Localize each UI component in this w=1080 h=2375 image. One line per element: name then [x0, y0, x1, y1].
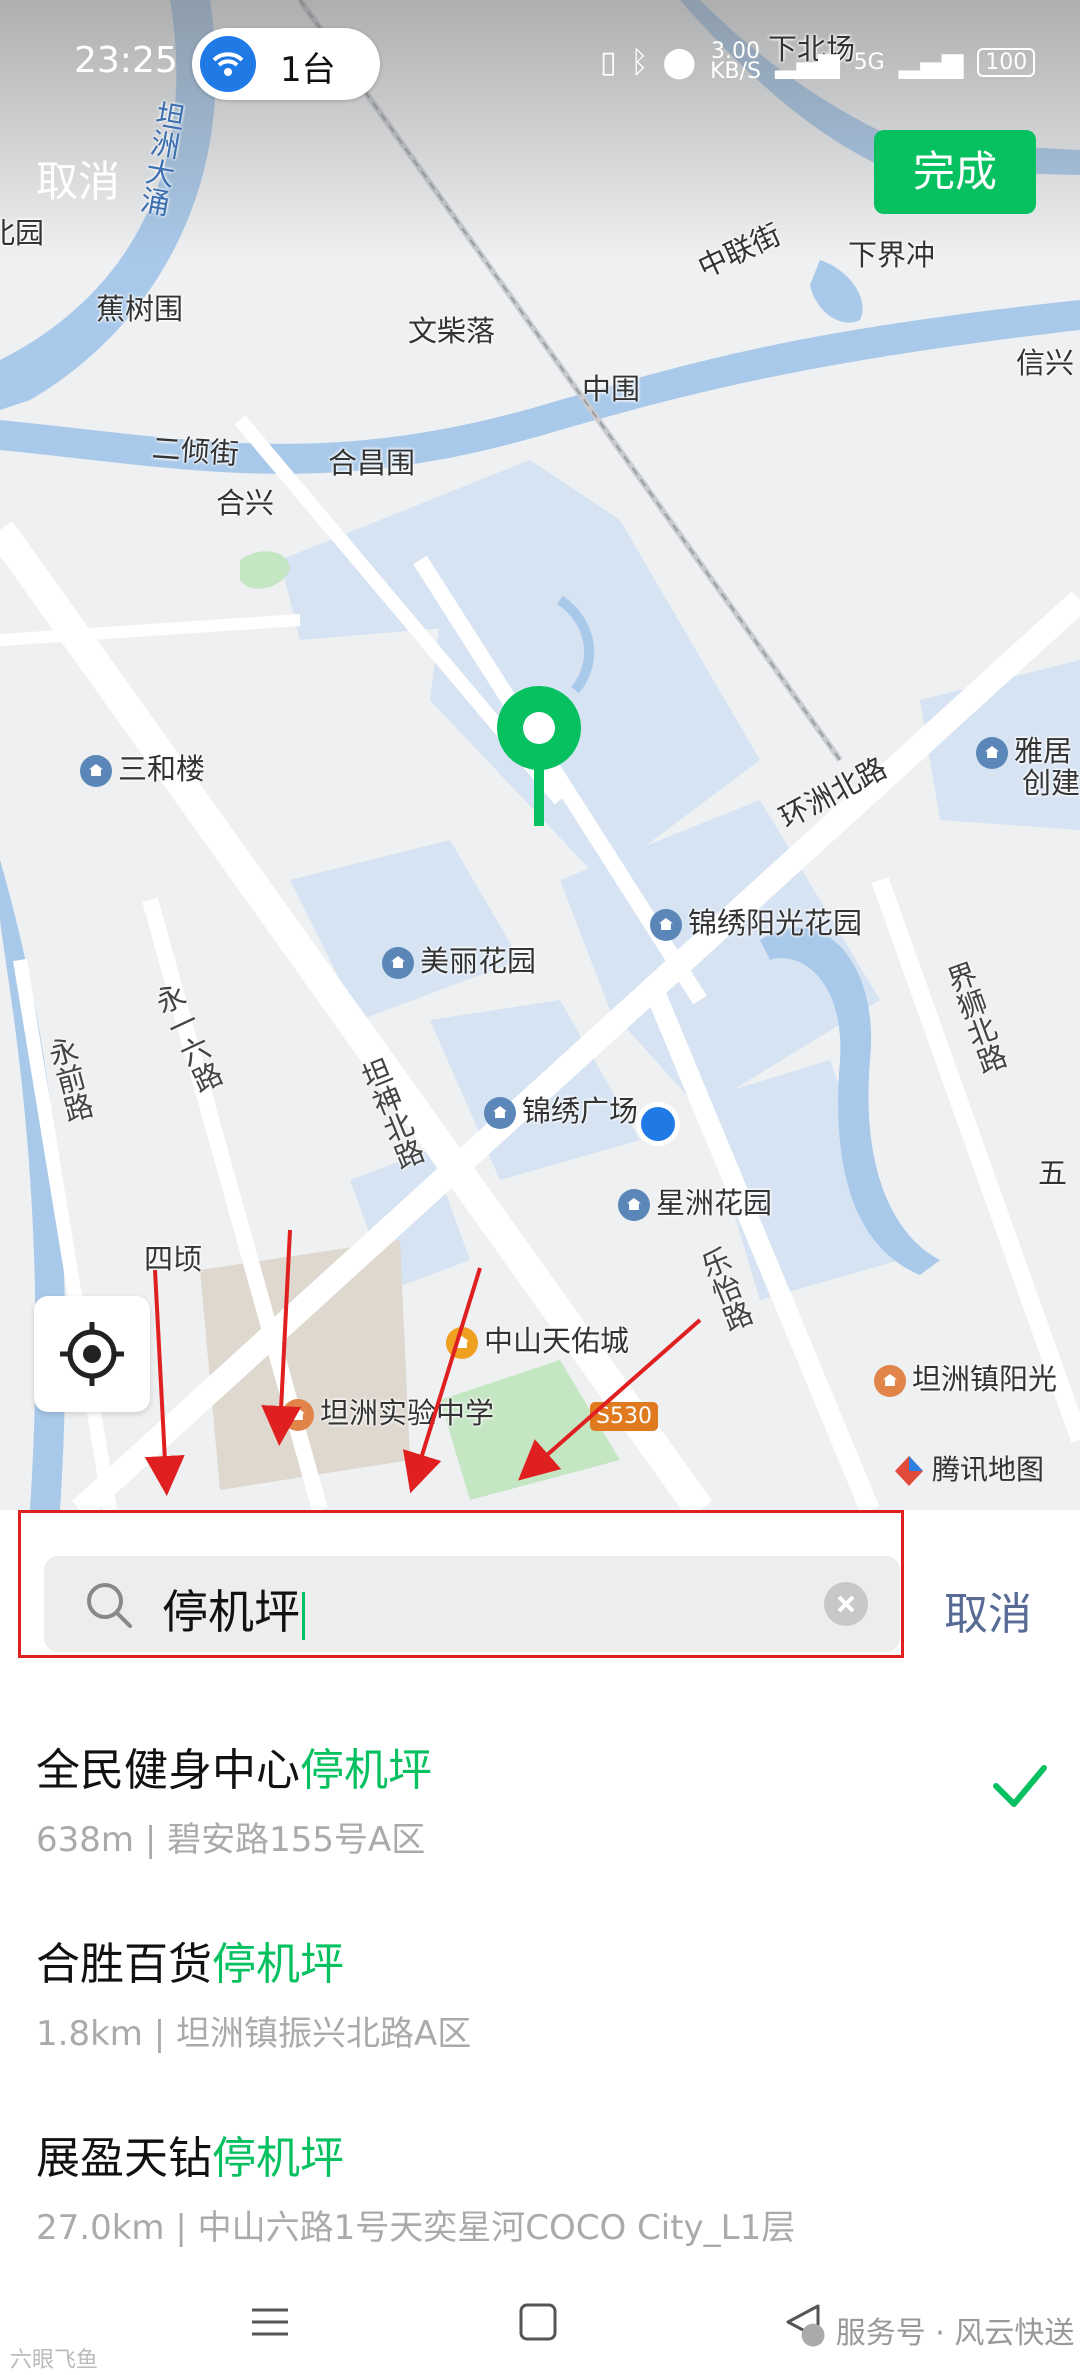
home-icon — [650, 909, 682, 941]
home-nav-icon[interactable] — [518, 2302, 558, 2342]
menu-icon[interactable] — [250, 2302, 290, 2342]
annotation-highlight-box — [18, 1510, 904, 1658]
battery-icon: 100 — [977, 47, 1036, 77]
crosshair-icon — [60, 1322, 124, 1386]
corner-watermark: 六眼飞鱼 — [10, 2348, 99, 2373]
net-speed: 3.00 KB/S — [710, 39, 761, 84]
result-detail: 638m | 碧安路155号A区 — [36, 1820, 426, 1860]
tencent-map-icon — [895, 1456, 923, 1486]
highway-badge: S530 — [590, 1402, 658, 1431]
check-icon — [993, 1765, 1047, 1807]
tencent-map-logo: 腾讯地图 — [892, 1448, 1044, 1488]
poi-tanzhouzhenyangguang: 坦洲镇阳光 — [874, 1356, 1057, 1398]
school-icon — [874, 1365, 906, 1397]
home-icon — [484, 1097, 516, 1129]
hotspot-indicator[interactable]: 1台 — [192, 28, 380, 100]
poi-meilihuayuan: 美丽花园 — [382, 938, 536, 980]
map-label: 下界冲 — [848, 238, 936, 272]
map-label: 文柴落 — [408, 314, 496, 348]
poi-sanhelou: 三和楼 — [80, 746, 205, 788]
status-icons: ▯ ᛒ ⬤ 3.00 KB/S ▂▄▆ 5G ▂▄▆ 100 — [600, 39, 1036, 84]
list-item[interactable]: 展盈天钻停机坪 27.0km | 中山六路1号天奕星河COCO City_L1层 — [0, 2088, 1080, 2283]
result-detail: 27.0km | 中山六路1号天奕星河COCO City_L1层 — [36, 2208, 796, 2248]
locate-button[interactable] — [34, 1296, 150, 1412]
map-label: 合昌围 — [328, 446, 416, 480]
wechat-icon: ● — [800, 2316, 827, 2351]
list-item[interactable]: 全民健身中心停机坪 638m | 碧安路155号A区 — [0, 1700, 1080, 1895]
result-title: 展盈天钻停机坪 — [36, 2133, 344, 2184]
map-label: 北园 — [0, 216, 45, 250]
watermark: ● 服务号 · 风云快送 — [800, 2316, 1075, 2351]
signal-icon: ▂▄▆ — [775, 45, 840, 79]
status-time: 23:25 — [74, 40, 178, 81]
home-icon — [382, 947, 414, 979]
bluetooth-icon: ᛒ — [630, 44, 649, 80]
home-icon — [976, 737, 1008, 769]
vibrate-icon: ▯ — [600, 44, 617, 80]
poi-xingzhouhuayuan: 星洲花园 — [618, 1180, 772, 1222]
map-label: 蕉树围 — [96, 292, 184, 326]
map-label: 信兴 — [1016, 346, 1075, 380]
result-title: 合胜百货停机坪 — [36, 1939, 344, 1990]
building-icon — [80, 755, 112, 787]
map-label: 四顷 — [144, 1242, 203, 1276]
result-detail: 1.8km | 坦洲镇振兴北路A区 — [36, 2014, 472, 2054]
signal-icon-2: ▂▄▆ — [898, 45, 964, 79]
poi-tanzhoushiyan: 坦洲实验中学 — [282, 1390, 494, 1432]
poi-jinxiuguangchang: 锦绣广场 — [484, 1088, 638, 1130]
map-label: 五 — [1038, 1156, 1068, 1190]
poi-zhongshantianyoucheng: 中山天佑城 — [446, 1318, 629, 1360]
map-label: 中围 — [582, 372, 641, 406]
map-label: 创建 — [1022, 766, 1080, 800]
mall-icon — [446, 1327, 478, 1359]
signal-5g-label: 5G — [853, 49, 885, 75]
map-label: 合兴 — [216, 486, 275, 520]
hotspot-count: 1台 — [280, 50, 336, 90]
list-item[interactable]: 合胜百货停机坪 1.8km | 坦洲镇振兴北路A区 — [0, 1894, 1080, 2089]
result-title: 全民健身中心停机坪 — [36, 1745, 432, 1796]
poi-jinxiuyangguang: 锦绣阳光花园 — [650, 900, 862, 942]
done-button[interactable]: 完成 — [874, 130, 1036, 214]
wifi-hotspot-icon — [200, 36, 256, 92]
cancel-search-button[interactable]: 取消 — [944, 1578, 1032, 1642]
map-label: 二倾街 — [150, 431, 240, 471]
location-icon: ⬤ — [662, 44, 697, 80]
map-view[interactable]: 下北场 坦洲大涌 中联街 下界冲 北园 蕉树围 文柴落 信兴 中围 二倾街 合昌… — [0, 0, 1080, 1510]
cancel-button-top[interactable]: 取消 — [36, 148, 120, 209]
school-icon — [282, 1399, 314, 1431]
home-icon — [618, 1189, 650, 1221]
